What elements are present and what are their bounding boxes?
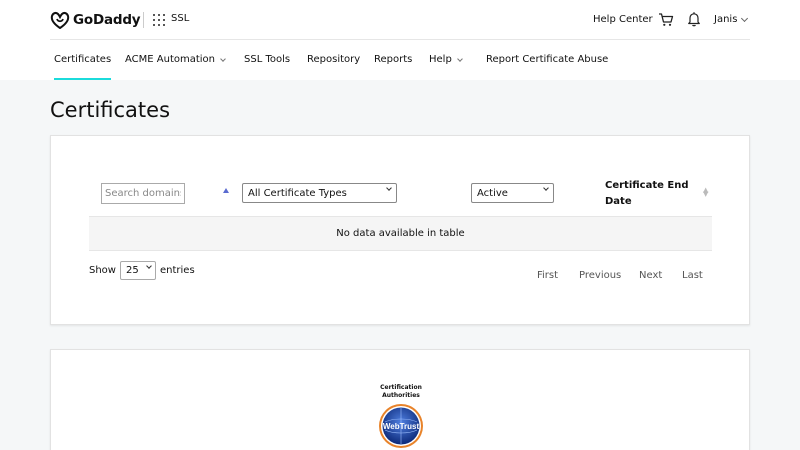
pager-previous[interactable]: Previous: [579, 270, 621, 281]
help-center-link[interactable]: Help Center: [593, 14, 653, 25]
chevron-down-icon: [220, 55, 226, 62]
status-select[interactable]: Active: [471, 183, 554, 203]
badge-caption-line1: Certification: [380, 384, 422, 391]
empty-table-row: No data available in table: [89, 216, 712, 251]
main-nav: Certificates ACME Automation SSL Tools R…: [0, 40, 800, 80]
pager-next[interactable]: Next: [639, 270, 662, 281]
page-length-control: Show 25 entries: [89, 261, 195, 280]
chevron-down-icon: [543, 185, 549, 191]
nav-help[interactable]: Help: [429, 54, 463, 65]
chevron-down-icon: [741, 14, 749, 22]
godaddy-logo[interactable]: GoDaddy: [50, 10, 141, 30]
page-title: Certificates: [50, 98, 171, 122]
webtrust-badge[interactable]: Certification Authorities WebTrust: [377, 384, 425, 450]
seal-text: WebTrust: [383, 422, 420, 431]
nav-label: Certificates: [54, 54, 112, 65]
nav-ssl-tools[interactable]: SSL Tools: [244, 54, 290, 65]
user-name: Janis: [714, 14, 738, 25]
nav-label: SSL Tools: [244, 54, 291, 65]
show-label: Show: [89, 265, 116, 276]
nav-report-certificate-abuse[interactable]: Report Certificate Abuse: [486, 54, 608, 65]
sort-ascending-icon[interactable]: [223, 188, 229, 193]
chevron-down-icon: [456, 55, 463, 62]
search-domains-input[interactable]: [101, 183, 185, 204]
trust-badge-card: Certification Authorities WebTrust: [50, 349, 750, 450]
user-menu[interactable]: Janis: [714, 14, 749, 25]
top-bar: GoDaddy SSL Help Center Janis: [0, 0, 800, 40]
certificate-type-value: All Certificate Types: [248, 188, 347, 199]
nav-label: Repository: [307, 54, 361, 65]
logo-text: GoDaddy: [73, 12, 141, 28]
nav-reports[interactable]: Reports: [374, 54, 412, 65]
entries-label: entries: [159, 265, 195, 276]
badge-caption-line2: Authorities: [382, 392, 420, 399]
pager-last[interactable]: Last: [682, 270, 703, 281]
nav-label: ACME Automation: [125, 54, 216, 65]
nav-label: Report Certificate Abuse: [486, 54, 609, 65]
chevron-down-icon: [146, 263, 152, 269]
top-bar-inner: GoDaddy SSL Help Center Janis: [50, 0, 750, 40]
page-length-value: 25: [125, 265, 139, 276]
webtrust-seal-icon: WebTrust: [379, 404, 423, 448]
sort-both-icon[interactable]: ▲ ▼: [703, 187, 708, 198]
nav-label: Help: [429, 54, 452, 65]
nav-acme-automation[interactable]: ACME Automation: [125, 54, 226, 65]
certificates-table-card: All Certificate Types Active Certificate…: [50, 135, 750, 325]
header-divider: [143, 12, 144, 28]
godaddy-logo-icon: [50, 11, 70, 29]
apps-grid-icon[interactable]: [153, 14, 165, 26]
product-name[interactable]: SSL: [171, 13, 189, 24]
status-value: Active: [477, 188, 508, 199]
chevron-down-icon: [386, 185, 392, 191]
cart-icon[interactable]: [658, 12, 674, 27]
nav-label: Reports: [374, 54, 413, 65]
nav-certificates[interactable]: Certificates: [54, 54, 112, 80]
certificate-type-select[interactable]: All Certificate Types: [242, 183, 397, 203]
pager-first[interactable]: First: [537, 270, 558, 281]
nav-repository[interactable]: Repository: [307, 54, 360, 65]
page-length-select[interactable]: 25: [119, 261, 156, 280]
certificate-end-date-header[interactable]: Certificate End Date: [605, 178, 695, 210]
bell-icon[interactable]: [687, 11, 701, 27]
